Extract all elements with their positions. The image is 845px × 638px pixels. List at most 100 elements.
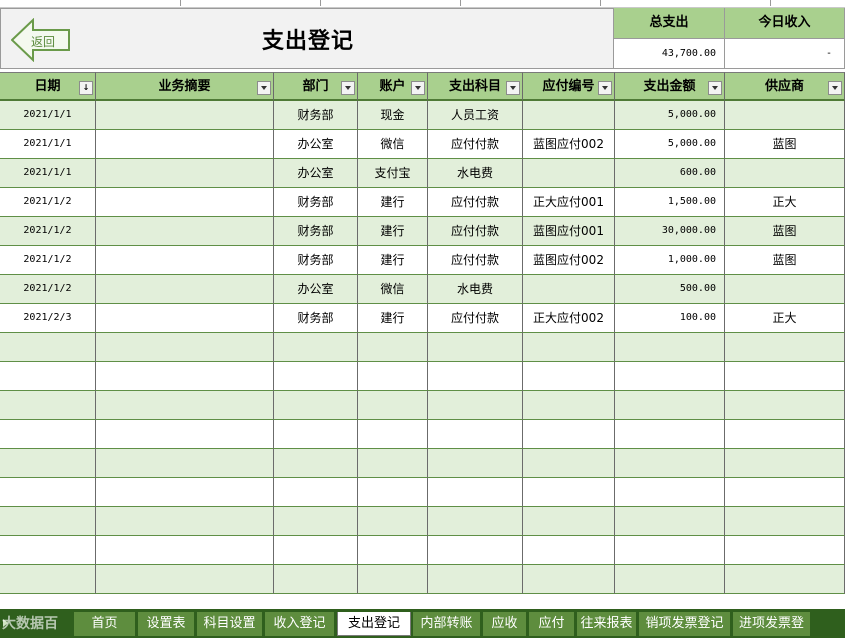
- column-header-expense-subject[interactable]: 支出科目: [428, 72, 523, 101]
- cell-payable-no[interactable]: 蓝图应付002: [523, 130, 615, 159]
- cell-account[interactable]: 建行: [358, 188, 428, 217]
- cell-amount[interactable]: [615, 362, 725, 391]
- cell-account[interactable]: [358, 420, 428, 449]
- cell-date[interactable]: 2021/1/1: [0, 130, 96, 159]
- column-header-summary[interactable]: 业务摘要: [96, 72, 274, 101]
- cell-amount[interactable]: [615, 536, 725, 565]
- cell-expense-subject[interactable]: 应付付款: [428, 130, 523, 159]
- cell-expense-subject[interactable]: 应付付款: [428, 188, 523, 217]
- cell-department[interactable]: 办公室: [274, 275, 358, 304]
- cell-summary[interactable]: [96, 101, 274, 130]
- cell-payable-no[interactable]: [523, 565, 615, 594]
- cell-department[interactable]: 办公室: [274, 159, 358, 188]
- cell-account[interactable]: [358, 536, 428, 565]
- cell-expense-subject[interactable]: [428, 565, 523, 594]
- sheet-tab[interactable]: 收入登记: [265, 612, 335, 636]
- cell-expense-subject[interactable]: 人员工资: [428, 101, 523, 130]
- cell-summary[interactable]: [96, 130, 274, 159]
- cell-department[interactable]: 财务部: [274, 188, 358, 217]
- cell-account[interactable]: [358, 565, 428, 594]
- cell-payable-no[interactable]: [523, 391, 615, 420]
- cell-expense-subject[interactable]: [428, 333, 523, 362]
- cell-supplier[interactable]: [725, 420, 845, 449]
- cell-payable-no[interactable]: [523, 333, 615, 362]
- cell-amount[interactable]: [615, 391, 725, 420]
- cell-payable-no[interactable]: [523, 101, 615, 130]
- cell-expense-subject[interactable]: 应付付款: [428, 217, 523, 246]
- cell-amount[interactable]: [615, 420, 725, 449]
- cell-date[interactable]: [0, 391, 96, 420]
- cell-department[interactable]: 财务部: [274, 246, 358, 275]
- cell-account[interactable]: [358, 362, 428, 391]
- cell-supplier[interactable]: [725, 391, 845, 420]
- cell-summary[interactable]: [96, 507, 274, 536]
- cell-department[interactable]: [274, 391, 358, 420]
- cell-expense-subject[interactable]: [428, 362, 523, 391]
- sheet-tab[interactable]: 进项发票登: [733, 612, 811, 636]
- cell-date[interactable]: 2021/1/1: [0, 101, 96, 130]
- cell-expense-subject[interactable]: [428, 391, 523, 420]
- cell-account[interactable]: 建行: [358, 304, 428, 333]
- cell-payable-no[interactable]: [523, 536, 615, 565]
- filter-dropdown-icon[interactable]: [257, 81, 271, 95]
- cell-account[interactable]: [358, 478, 428, 507]
- cell-expense-subject[interactable]: 水电费: [428, 275, 523, 304]
- cell-account[interactable]: [358, 391, 428, 420]
- cell-amount[interactable]: 600.00: [615, 159, 725, 188]
- filter-dropdown-icon[interactable]: [708, 81, 722, 95]
- cell-department[interactable]: 财务部: [274, 304, 358, 333]
- cell-summary[interactable]: [96, 449, 274, 478]
- cell-supplier[interactable]: [725, 333, 845, 362]
- column-header-payable-no[interactable]: 应付编号: [523, 72, 615, 101]
- cell-supplier[interactable]: [725, 565, 845, 594]
- cell-date[interactable]: [0, 333, 96, 362]
- sort-filter-icon[interactable]: ↓: [79, 81, 93, 95]
- cell-department[interactable]: [274, 507, 358, 536]
- cell-payable-no[interactable]: [523, 478, 615, 507]
- cell-date[interactable]: [0, 420, 96, 449]
- cell-date[interactable]: [0, 507, 96, 536]
- cell-supplier[interactable]: 蓝图: [725, 246, 845, 275]
- cell-amount[interactable]: [615, 507, 725, 536]
- cell-summary[interactable]: [96, 333, 274, 362]
- cell-department[interactable]: [274, 449, 358, 478]
- column-header-supplier[interactable]: 供应商: [725, 72, 845, 101]
- sheet-tab[interactable]: 应收: [483, 612, 527, 636]
- column-header-account[interactable]: 账户: [358, 72, 428, 101]
- cell-department[interactable]: 财务部: [274, 101, 358, 130]
- filter-dropdown-icon[interactable]: [341, 81, 355, 95]
- cell-payable-no[interactable]: [523, 507, 615, 536]
- cell-date[interactable]: 2021/2/3: [0, 304, 96, 333]
- cell-summary[interactable]: [96, 536, 274, 565]
- filter-dropdown-icon[interactable]: [598, 81, 612, 95]
- cell-payable-no[interactable]: 蓝图应付002: [523, 246, 615, 275]
- cell-summary[interactable]: [96, 304, 274, 333]
- cell-amount[interactable]: [615, 333, 725, 362]
- cell-date[interactable]: 2021/1/2: [0, 275, 96, 304]
- cell-supplier[interactable]: 正大: [725, 304, 845, 333]
- cell-summary[interactable]: [96, 391, 274, 420]
- cell-expense-subject[interactable]: [428, 478, 523, 507]
- cell-summary[interactable]: [96, 246, 274, 275]
- cell-supplier[interactable]: [725, 536, 845, 565]
- sheet-tab[interactable]: 内部转账: [413, 612, 481, 636]
- cell-date[interactable]: [0, 536, 96, 565]
- cell-supplier[interactable]: [725, 507, 845, 536]
- cell-date[interactable]: [0, 565, 96, 594]
- cell-account[interactable]: [358, 507, 428, 536]
- cell-supplier[interactable]: 蓝图: [725, 130, 845, 159]
- cell-department[interactable]: [274, 333, 358, 362]
- cell-amount[interactable]: 5,000.00: [615, 101, 725, 130]
- column-header-amount[interactable]: 支出金额: [615, 72, 725, 101]
- cell-expense-subject[interactable]: [428, 536, 523, 565]
- cell-payable-no[interactable]: [523, 362, 615, 391]
- cell-payable-no[interactable]: 蓝图应付001: [523, 217, 615, 246]
- column-header-date[interactable]: 日期 ↓: [0, 72, 96, 101]
- cell-payable-no[interactable]: [523, 159, 615, 188]
- filter-dropdown-icon[interactable]: [411, 81, 425, 95]
- cell-department[interactable]: [274, 420, 358, 449]
- cell-expense-subject[interactable]: [428, 449, 523, 478]
- cell-payable-no[interactable]: [523, 449, 615, 478]
- cell-supplier[interactable]: [725, 449, 845, 478]
- cell-summary[interactable]: [96, 565, 274, 594]
